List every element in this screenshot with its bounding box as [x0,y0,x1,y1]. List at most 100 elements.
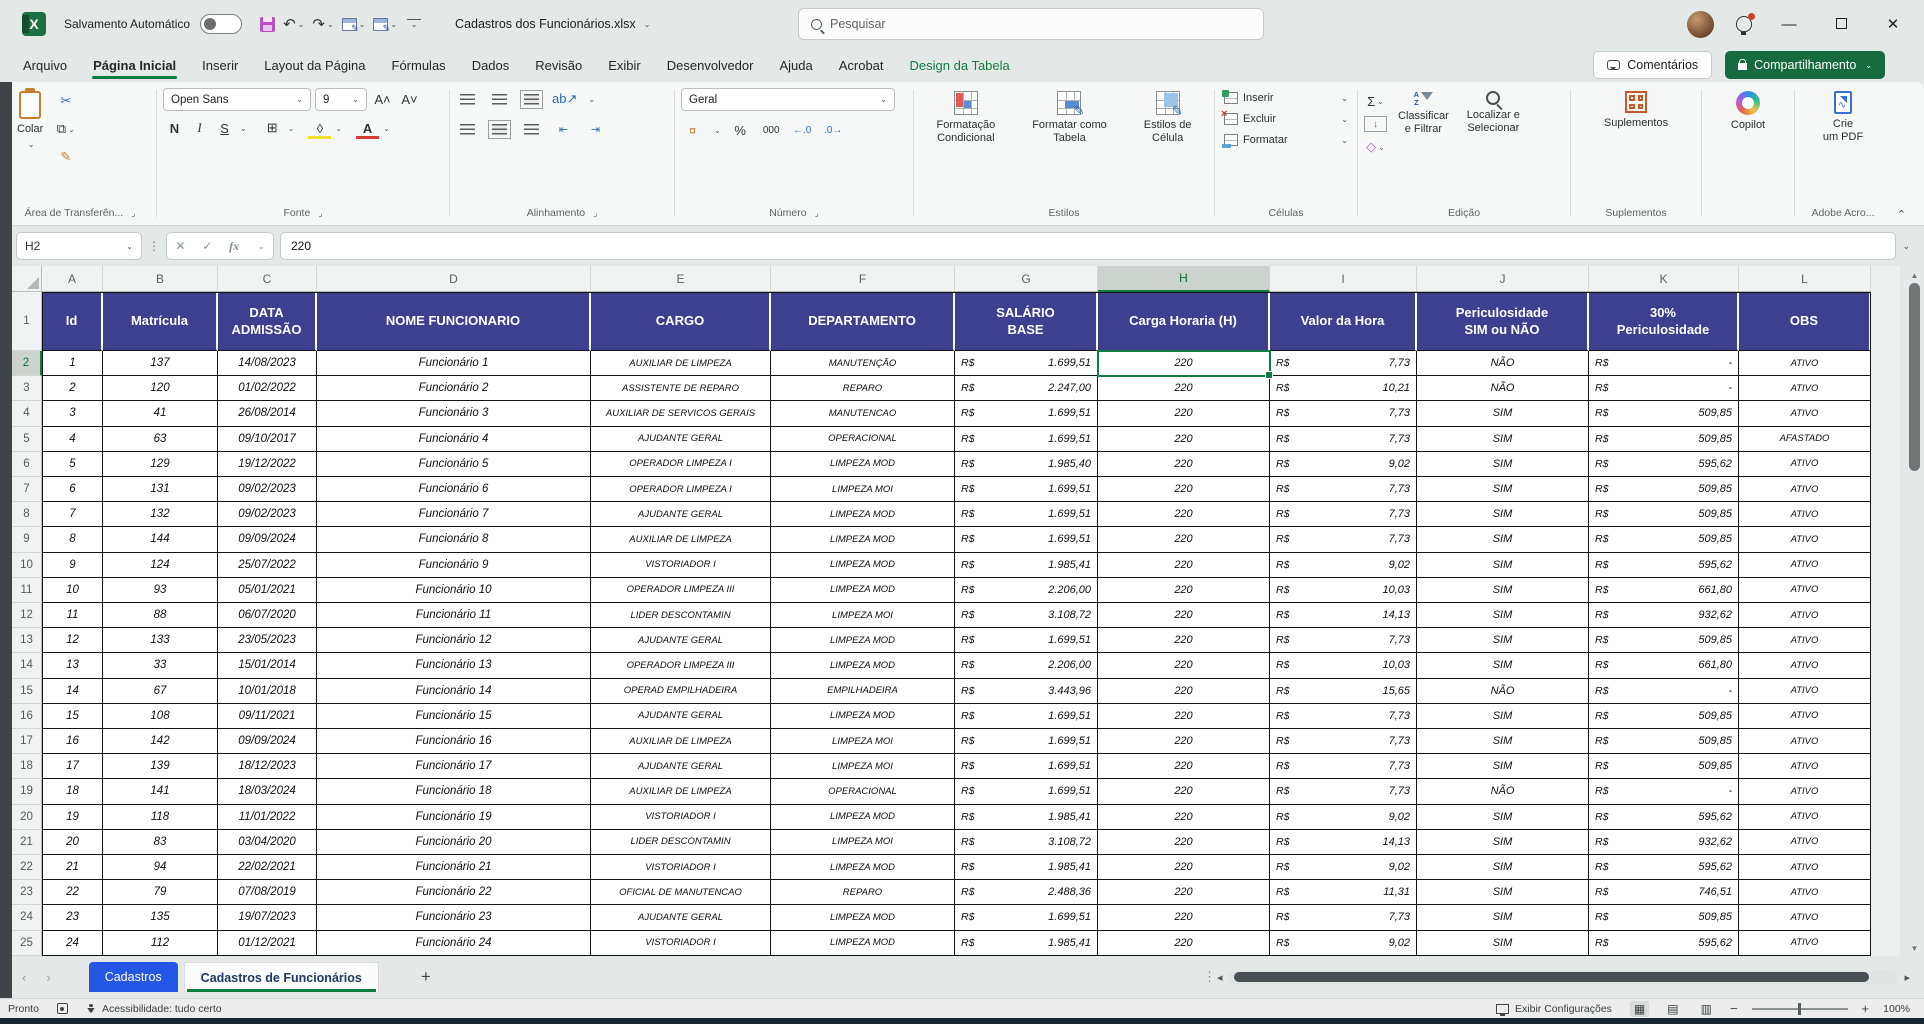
table-cell[interactable]: AJUDANTE GERAL [591,754,771,779]
tab-ajuda[interactable]: Ajuda [768,52,823,79]
table-cell[interactable]: ATIVO [1739,704,1871,729]
column-header-G[interactable]: G [955,266,1098,292]
table-cell[interactable]: R$7,73 [1270,754,1417,779]
table-cell[interactable]: Funcionário 3 [317,401,591,426]
horizontal-scrollbar[interactable] [1228,971,1898,984]
table-cell[interactable]: R$661,80 [1589,578,1739,603]
table-cell[interactable]: 13 [42,653,103,678]
table-cell[interactable]: 220 [1098,704,1270,729]
tab-formulas[interactable]: Fórmulas [381,52,457,79]
table-cell[interactable]: R$- [1589,351,1739,376]
table-cell[interactable]: 15/01/2014 [218,653,317,678]
row-header-22[interactable]: 22 [12,855,42,880]
table-cell[interactable]: AJUDANTE GERAL [591,502,771,527]
row-header-3[interactable]: 3 [12,376,42,401]
table-cell[interactable]: R$10,21 [1270,376,1417,401]
table-cell[interactable]: 11 [42,603,103,628]
table-cell[interactable]: ATIVO [1739,553,1871,578]
new-sheet-button[interactable]: + [421,967,431,987]
column-header-H[interactable]: H [1098,266,1270,292]
table-cell[interactable]: 03/04/2020 [218,830,317,855]
table-cell[interactable]: 9 [42,553,103,578]
table-cell[interactable]: AUXILIAR DE LIMPEZA [591,527,771,552]
number-format-select[interactable]: Geral⌄ [681,88,895,111]
table-cell[interactable]: NÃO [1417,351,1589,376]
autosave-toggle[interactable] [200,14,242,34]
align-bottom-button[interactable] [520,88,543,110]
table-cell[interactable]: SIM [1417,830,1589,855]
table-cell[interactable]: Funcionário 13 [317,653,591,678]
table-cell[interactable]: R$7,73 [1270,502,1417,527]
table-cell[interactable]: AJUDANTE GERAL [591,628,771,653]
table-cell[interactable]: 220 [1098,880,1270,905]
table-cell[interactable]: 01/02/2022 [218,376,317,401]
table-cell[interactable]: R$14,13 [1270,830,1417,855]
table-cell[interactable]: 11/01/2022 [218,805,317,830]
table-cell[interactable]: ATIVO [1739,905,1871,930]
sheet-tab-cadastros-de-funcionarios[interactable]: Cadastros de Funcionários [184,962,379,992]
table-cell[interactable]: SIM [1417,931,1589,956]
table-cell[interactable]: R$3.108,72 [955,830,1098,855]
table-cell[interactable]: SIM [1417,729,1589,754]
table-cell[interactable]: 01/12/2021 [218,931,317,956]
tab-desenvolvedor[interactable]: Desenvolvedor [656,52,765,79]
increase-decimal-button[interactable]: ←.0 [791,119,814,141]
table-cell[interactable]: 220 [1098,830,1270,855]
table-cell[interactable]: R$509,85 [1589,704,1739,729]
table-cell[interactable]: SIM [1417,553,1589,578]
table-cell[interactable]: R$1.985,40 [955,452,1098,477]
table-cell[interactable]: R$9,02 [1270,553,1417,578]
table-cell[interactable]: 118 [103,805,218,830]
tab-revisao[interactable]: Revisão [524,52,593,79]
table-cell[interactable]: 83 [103,830,218,855]
table-header-cell[interactable]: NOME FUNCIONARIO [317,292,591,351]
format-cells-button[interactable]: Formatar⌄ [1221,132,1351,148]
table-cell[interactable]: 220 [1098,578,1270,603]
insert-function-button[interactable]: fx [229,239,239,254]
table-cell[interactable]: Funcionário 19 [317,805,591,830]
row-header-11[interactable]: 11 [12,578,42,603]
table-cell[interactable]: Funcionário 12 [317,628,591,653]
table-cell[interactable]: 09/09/2024 [218,527,317,552]
table-cell[interactable]: R$595,62 [1589,805,1739,830]
draw-table-alt-button[interactable]: ⌄ [371,16,399,33]
table-cell[interactable]: 88 [103,603,218,628]
table-cell[interactable]: LIMPEZA MOD [771,931,955,956]
table-cell[interactable]: 220 [1098,603,1270,628]
table-cell[interactable]: Funcionário 2 [317,376,591,401]
table-cell[interactable]: R$509,85 [1589,905,1739,930]
table-cell[interactable]: R$7,73 [1270,527,1417,552]
table-cell[interactable]: OFICIAL DE MANUTENCAO [591,880,771,905]
row-header-6[interactable]: 6 [12,452,42,477]
vertical-scrollbar[interactable]: ▲ ▼ [1906,268,1923,956]
table-cell[interactable]: 09/02/2023 [218,477,317,502]
table-cell[interactable]: 220 [1098,527,1270,552]
row-header-19[interactable]: 19 [12,779,42,804]
table-cell[interactable]: 108 [103,704,218,729]
table-header-cell[interactable]: Periculosidade SIM ou NÃO [1417,292,1589,351]
table-cell[interactable]: OPERACIONAL [771,779,955,804]
table-cell[interactable]: MANUTENCAO [771,401,955,426]
table-cell[interactable]: R$10,03 [1270,653,1417,678]
maximize-button[interactable] [1826,16,1856,33]
table-cell[interactable]: 23/05/2023 [218,628,317,653]
table-cell[interactable]: 220 [1098,779,1270,804]
italic-button[interactable]: I [188,117,211,139]
comments-button[interactable]: Comentários [1593,51,1712,79]
table-cell[interactable]: R$1.985,41 [955,931,1098,956]
table-cell[interactable]: 2 [42,376,103,401]
table-cell[interactable]: R$2.247,00 [955,376,1098,401]
table-cell[interactable]: 220 [1098,679,1270,704]
table-cell[interactable]: OPERADOR LIMPEZA I [591,477,771,502]
table-cell[interactable]: R$1.985,41 [955,855,1098,880]
table-header-cell[interactable]: Carga Horaria (H) [1098,292,1270,351]
select-all-corner[interactable] [12,266,42,292]
table-cell[interactable]: Funcionário 20 [317,830,591,855]
delete-cells-button[interactable]: Excluir⌄ [1221,111,1351,127]
table-header-cell[interactable]: Valor da Hora [1270,292,1417,351]
table-cell[interactable]: R$509,85 [1589,729,1739,754]
table-cell[interactable]: 22 [42,880,103,905]
table-cell[interactable]: R$7,73 [1270,729,1417,754]
tab-exibir[interactable]: Exibir [597,52,652,79]
row-header-1[interactable]: 1 [12,292,42,351]
